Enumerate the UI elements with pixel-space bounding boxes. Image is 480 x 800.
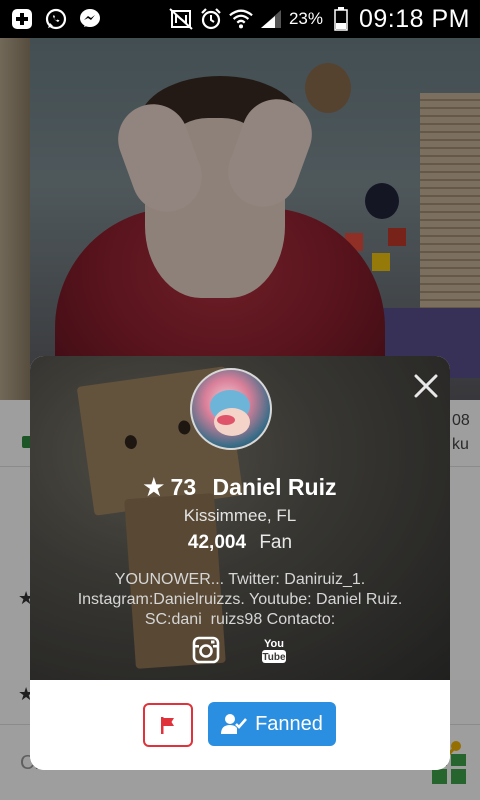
user-name: Daniel Ruiz: [212, 474, 337, 500]
social-links: You Tube: [30, 634, 450, 666]
flag-icon: [161, 717, 174, 734]
fanned-label: Fanned: [255, 712, 323, 735]
fanned-button[interactable]: Fanned: [208, 702, 336, 746]
alarm-icon: [199, 7, 223, 31]
fan-count: 42,004: [187, 532, 247, 553]
user-bio: YOUNOWER... Twitter: Daniruiz_1. Instagr…: [77, 571, 403, 626]
close-icon: [414, 374, 438, 398]
svg-text:Tube: Tube: [262, 652, 286, 663]
avatar[interactable]: [190, 368, 272, 450]
user-check-icon: [221, 714, 248, 734]
profile-card: ★ 73 Daniel Ruiz Kissimmee, FL 42,004 Fa…: [30, 356, 450, 770]
nfc-off-icon: [169, 7, 193, 31]
messenger-icon: [78, 7, 102, 31]
youtube-icon[interactable]: You Tube: [258, 634, 290, 666]
level-star-icon: ★: [143, 474, 165, 500]
battery-icon: [329, 7, 353, 31]
whatsapp-icon: [44, 7, 68, 31]
battery-percent: 23%: [288, 9, 323, 28]
user-location: Kissimmee, FL: [183, 506, 297, 525]
fan-count-row: 42,004 Fan: [30, 532, 450, 554]
fan-label: Fan: [259, 532, 293, 553]
wifi-icon: [229, 7, 253, 31]
close-button[interactable]: [410, 370, 442, 402]
add-icon: [10, 7, 34, 31]
profile-name-row: ★ 73 Daniel Ruiz: [30, 474, 450, 501]
instagram-icon[interactable]: [190, 634, 222, 666]
signal-icon: [259, 7, 283, 31]
report-button[interactable]: [143, 703, 193, 747]
status-bar: 23% 09:18 PM: [0, 0, 480, 38]
user-level: 73: [170, 474, 197, 500]
svg-text:You: You: [264, 638, 284, 650]
card-actions: Fanned: [30, 680, 450, 770]
clock: 09:18 PM: [358, 4, 470, 33]
